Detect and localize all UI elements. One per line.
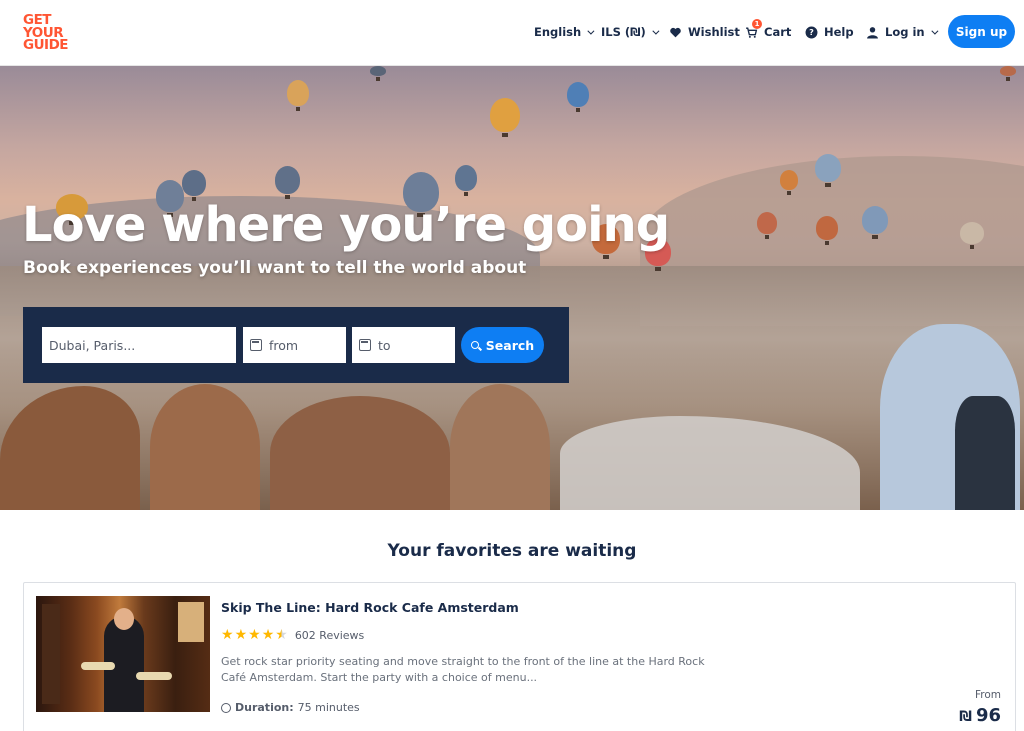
duration-label: Duration: [235, 701, 294, 714]
wishlist-label: Wishlist [688, 25, 740, 39]
cart-count-badge: 1 [752, 18, 762, 29]
half-star-icon: ★ [275, 627, 288, 643]
help-label: Help [824, 25, 854, 39]
cart-label: Cart [764, 25, 792, 39]
help-icon: ? [805, 26, 818, 39]
login-menu[interactable]: Log in [866, 22, 939, 42]
star-icon: ★ [221, 627, 234, 643]
search-icon [470, 341, 479, 349]
rating-stars: ★ ★ ★ ★ ★ 602 Reviews [221, 628, 364, 642]
clock-icon [221, 702, 231, 713]
price-value: 96 [975, 705, 1001, 726]
currency-label: ILS (₪) [601, 25, 646, 39]
favorites-section-title: Your favorites are waiting [387, 541, 637, 561]
balloon-image [287, 80, 309, 111]
destination-placeholder: Dubai, Paris... [49, 337, 136, 353]
balloon-image [1000, 66, 1016, 81]
star-icon: ★ [261, 627, 275, 643]
heart-icon [669, 26, 682, 39]
balloon-image [455, 165, 477, 196]
balloon-image [757, 212, 777, 239]
date-from-input[interactable]: from [243, 327, 346, 363]
destination-input[interactable]: Dubai, Paris... [42, 327, 236, 363]
wishlist-link[interactable]: Wishlist [669, 22, 740, 42]
balloon-image [567, 82, 589, 112]
getyourguide-logo[interactable]: GET YOUR GUIDE [23, 14, 73, 52]
hero-subtitle: Book experiences you’ll want to tell the… [23, 258, 527, 278]
balloon-image [780, 170, 798, 195]
activity-duration: Duration: 75 minutes [221, 701, 360, 714]
chevron-down-icon [652, 27, 660, 35]
balloon-image [960, 222, 984, 249]
currency-symbol: ₪ [959, 709, 972, 725]
search-bar: Dubai, Paris... from to Search [23, 307, 569, 383]
activity-image[interactable] [36, 596, 210, 712]
chevron-down-icon [930, 27, 939, 35]
date-from-placeholder: from [269, 337, 299, 353]
balloon-image [816, 216, 838, 245]
currency-selector[interactable]: ILS (₪) [601, 22, 660, 42]
activity-card[interactable]: Skip The Line: Hard Rock Cafe Amsterdam … [23, 582, 1016, 731]
duration-value: 75 minutes [297, 701, 360, 714]
activity-title[interactable]: Skip The Line: Hard Rock Cafe Amsterdam [221, 600, 519, 615]
language-selector[interactable]: English [534, 22, 595, 42]
login-label: Log in [885, 25, 925, 39]
balloon-image [275, 166, 300, 199]
cart-icon: 1 [745, 18, 762, 39]
svg-text:?: ? [809, 27, 814, 37]
user-icon [866, 26, 879, 39]
star-icon: ★ [234, 627, 248, 643]
balloon-image [370, 66, 386, 81]
hero-title: Love where you’re going [22, 197, 670, 253]
date-to-input[interactable]: to [352, 327, 455, 363]
language-label: English [534, 25, 582, 39]
search-button-label: Search [485, 337, 535, 353]
balloon-image [490, 98, 520, 137]
calendar-icon [250, 339, 262, 351]
top-header: GET YOUR GUIDE English ILS (₪) Wishlist … [0, 0, 1024, 66]
cart-link[interactable]: 1 Cart [745, 18, 792, 42]
review-count[interactable]: 602 Reviews [295, 629, 364, 642]
balloon-image [182, 170, 206, 201]
hero-banner: Love where you’re going Book experiences… [0, 66, 1024, 510]
balloon-image [815, 154, 841, 187]
search-button[interactable]: Search [461, 327, 544, 363]
date-to-placeholder: to [378, 337, 391, 353]
chevron-down-icon [587, 27, 595, 35]
calendar-icon [359, 339, 371, 351]
activity-price: ₪ 96 [959, 705, 1001, 726]
signup-button[interactable]: Sign up [948, 15, 1015, 48]
help-link[interactable]: ? Help [805, 22, 854, 42]
hero-background-image [0, 66, 1024, 510]
activity-description: Get rock star priority seating and move … [221, 655, 705, 684]
balloon-image [862, 206, 888, 239]
star-icon: ★ [248, 627, 261, 643]
price-prefix: From [974, 689, 1001, 701]
logo-line-3: GUIDE [23, 37, 69, 53]
